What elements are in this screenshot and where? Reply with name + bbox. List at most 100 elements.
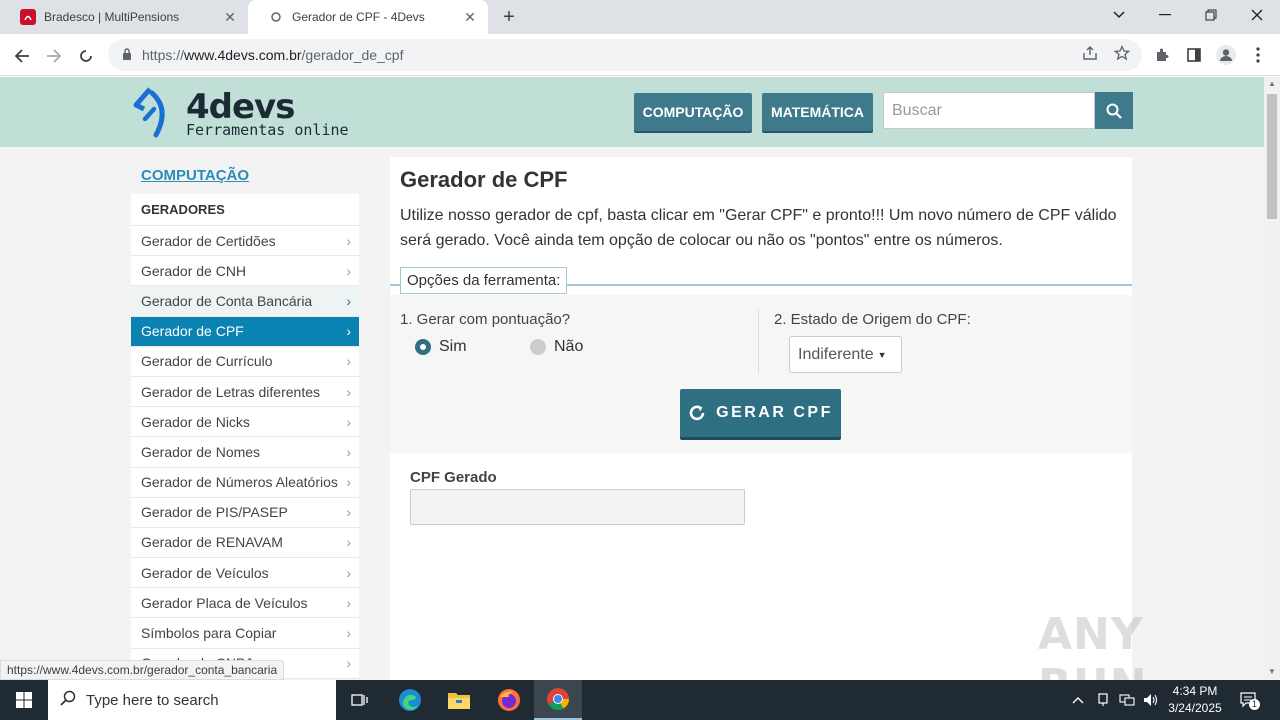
sidebar-item-label: Gerador de Números Aleatórios bbox=[141, 474, 338, 491]
chrome-menu-icon[interactable] bbox=[1247, 44, 1269, 66]
anyrun-watermark: ANY RUN bbox=[1038, 609, 1146, 680]
chevron-right-icon: › bbox=[346, 353, 351, 370]
sidebar-item-label: Gerador de Conta Bancária bbox=[141, 292, 313, 309]
tab-title: Gerador de CPF - 4Devs bbox=[292, 10, 425, 24]
sidebar-section-title: GERADORES bbox=[131, 194, 359, 226]
sidebar-item[interactable]: Gerador Placa de Veículos › bbox=[131, 588, 359, 619]
sidebar-item[interactable]: Gerador de CPF › bbox=[131, 316, 359, 347]
restore-button[interactable] bbox=[1188, 0, 1234, 30]
extensions-puzzle-icon[interactable] bbox=[1151, 44, 1173, 66]
sidebar-item[interactable]: Gerador de CNH › bbox=[131, 256, 359, 287]
minimize-button[interactable] bbox=[1142, 0, 1188, 30]
close-window-button[interactable] bbox=[1234, 0, 1280, 30]
tab-title: Bradesco | MultiPensions bbox=[44, 10, 180, 24]
sidebar-menu: GERADORES Gerador de Certidões › Gerador d… bbox=[131, 194, 359, 679]
tab-bradesco[interactable]: Bradesco | MultiPensions ✕ bbox=[0, 0, 248, 34]
scroll-up-arrow-icon[interactable]: ▲ bbox=[1264, 77, 1280, 91]
sidebar-item[interactable]: Gerador de PIS/PASEP › bbox=[131, 498, 359, 528]
estado-select[interactable]: Indiferente ▼ bbox=[789, 336, 902, 373]
taskbar-search[interactable]: Type here to search bbox=[48, 680, 336, 720]
chrome-taskbar-icon[interactable] bbox=[534, 680, 582, 720]
volume-icon[interactable] bbox=[1140, 680, 1162, 720]
tab-close-icon[interactable]: ✕ bbox=[220, 9, 240, 26]
network-icon[interactable] bbox=[1116, 680, 1138, 720]
file-explorer-icon[interactable] bbox=[435, 680, 483, 720]
cpf-output-field[interactable] bbox=[410, 489, 745, 525]
radio-checked-icon bbox=[415, 339, 431, 355]
sidebar-category-link[interactable]: COMPUTAÇÃO bbox=[141, 167, 249, 184]
status-bar-url: https://www.4devs.com.br/gerador_conta_b… bbox=[0, 660, 285, 680]
side-panel-icon[interactable] bbox=[1183, 44, 1205, 66]
page-description: Utilize nosso gerador de cpf, basta clic… bbox=[400, 207, 1117, 249]
windows-taskbar: Type here to search 4:34 PM 3/24/2025 1 bbox=[0, 680, 1280, 720]
usb-device-icon[interactable] bbox=[1093, 680, 1113, 720]
sidebar-item[interactable]: Símbolos para Copiar › bbox=[131, 618, 359, 649]
options-separator bbox=[758, 309, 759, 373]
chevron-right-icon: › bbox=[346, 232, 351, 249]
search-button[interactable] bbox=[1095, 92, 1133, 129]
nav-computacao-button[interactable]: COMPUTAÇÃO bbox=[634, 93, 752, 131]
tab-close-icon[interactable]: ✕ bbox=[460, 9, 480, 26]
chevron-right-icon: › bbox=[346, 292, 351, 309]
sidebar-item-label: Gerador de Certidões bbox=[141, 232, 276, 249]
sidebar-item[interactable]: Gerador de Conta Bancária › bbox=[131, 286, 359, 317]
notification-center-icon[interactable]: 1 bbox=[1236, 680, 1261, 720]
4devs-logo-icon bbox=[133, 87, 165, 138]
radio-sim[interactable]: Sim bbox=[415, 338, 467, 356]
page-scrollbar[interactable]: ▲ ▼ bbox=[1264, 77, 1280, 680]
taskbar-clock[interactable]: 4:34 PM 3/24/2025 bbox=[1160, 683, 1230, 717]
new-tab-button[interactable]: + bbox=[498, 6, 520, 28]
radio-nao[interactable]: Não bbox=[530, 338, 583, 356]
address-bar[interactable]: https://www.4devs.com.br/gerador_de_cpf bbox=[108, 39, 1142, 71]
forward-button[interactable] bbox=[40, 42, 68, 70]
browser-toolbar: https://www.4devs.com.br/gerador_de_cpf bbox=[0, 34, 1280, 76]
chevron-right-icon: › bbox=[346, 655, 351, 672]
sidebar-item[interactable]: Gerador de Letras diferentes › bbox=[131, 377, 359, 408]
stop-loading-icon[interactable] bbox=[72, 42, 100, 70]
tab-search-chevron-icon[interactable] bbox=[1096, 0, 1142, 30]
logo-tagline: Ferramentas online bbox=[186, 121, 349, 139]
sidebar-item[interactable]: Gerador de RENAVAM › bbox=[131, 528, 359, 559]
sidebar-item-label: Gerador de RENAVAM bbox=[141, 534, 283, 551]
edge-icon[interactable] bbox=[386, 680, 434, 720]
cpf-output-label: CPF Gerado bbox=[410, 469, 497, 486]
search-input[interactable]: Buscar bbox=[883, 92, 1095, 129]
tray-chevron-up-icon[interactable] bbox=[1068, 680, 1088, 720]
profile-avatar-icon[interactable] bbox=[1215, 44, 1237, 66]
chevron-right-icon: › bbox=[346, 564, 351, 581]
option-punctuation-label: 1. Gerar com pontuação? bbox=[400, 311, 571, 328]
tab-4devs[interactable]: Gerador de CPF - 4Devs ✕ bbox=[248, 0, 488, 34]
sidebar-item[interactable]: Gerador de Nicks › bbox=[131, 407, 359, 438]
start-button[interactable] bbox=[0, 680, 48, 720]
sidebar-item[interactable]: Gerador de Veículos › bbox=[131, 558, 359, 589]
chevron-right-icon: › bbox=[346, 262, 351, 279]
chevron-right-icon: › bbox=[346, 383, 351, 400]
search-icon bbox=[60, 690, 76, 711]
sidebar-item-label: Gerador Placa de Veículos bbox=[141, 594, 308, 611]
radio-unchecked-icon bbox=[530, 339, 546, 355]
task-view-icon[interactable] bbox=[336, 680, 384, 720]
sidebar-item-label: Gerador de Veículos bbox=[141, 564, 269, 581]
back-button[interactable] bbox=[8, 42, 36, 70]
sidebar-item[interactable]: Gerador de Currículo › bbox=[131, 347, 359, 377]
caret-down-icon: ▼ bbox=[877, 349, 887, 360]
nav-matematica-button[interactable]: MATEMÁTICA bbox=[762, 93, 873, 131]
scroll-down-arrow-icon[interactable]: ▼ bbox=[1264, 665, 1280, 679]
bradesco-favicon-icon bbox=[20, 9, 36, 25]
sidebar-item-label: Gerador de Nomes bbox=[141, 443, 261, 460]
share-icon[interactable] bbox=[1082, 45, 1098, 65]
tab-strip: Bradesco | MultiPensions ✕ Gerador de CP… bbox=[0, 0, 1280, 34]
chevron-right-icon: › bbox=[346, 625, 351, 642]
sidebar-item[interactable]: Gerador de Certidões › bbox=[131, 226, 359, 257]
sidebar-item-label: Gerador de PIS/PASEP bbox=[141, 504, 288, 521]
main-content: Gerador de CPF Utilize nosso gerador de … bbox=[390, 157, 1132, 680]
gerar-cpf-button[interactable]: GERAR CPF bbox=[680, 389, 841, 437]
site-logo[interactable]: 4devs Ferramentas online bbox=[130, 85, 380, 141]
site-header: 4devs Ferramentas online COMPUTAÇÃO MATE… bbox=[0, 77, 1264, 147]
sidebar-item[interactable]: Gerador de Números Aleatórios › bbox=[131, 468, 359, 498]
sidebar-item[interactable]: Gerador de Nomes › bbox=[131, 437, 359, 468]
firefox-icon[interactable] bbox=[485, 680, 533, 720]
scroll-thumb[interactable] bbox=[1267, 94, 1277, 219]
bookmark-star-icon[interactable] bbox=[1113, 44, 1131, 65]
4devs-favicon-icon bbox=[268, 9, 284, 25]
